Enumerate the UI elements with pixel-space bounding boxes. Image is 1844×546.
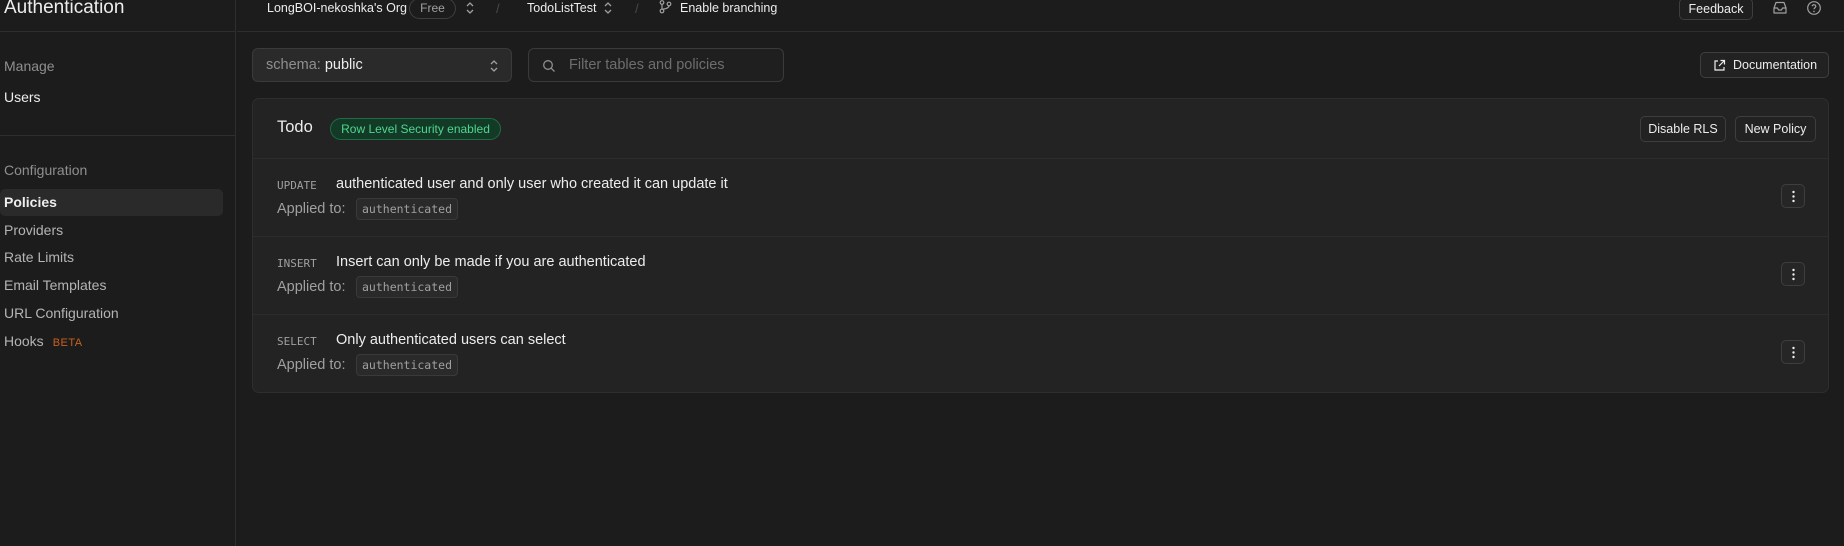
more-vertical-icon xyxy=(1792,268,1795,281)
filter-field[interactable] xyxy=(528,48,784,82)
policy-role-badge: authenticated xyxy=(356,276,459,298)
project-switcher-chevron-icon[interactable] xyxy=(603,1,613,15)
plan-badge: Free xyxy=(409,0,456,19)
policy-command: UPDATE xyxy=(277,179,317,192)
policy-row: INSERT Insert can only be made if you ar… xyxy=(253,237,1828,315)
help-icon[interactable] xyxy=(1806,0,1822,16)
breadcrumb-separator: / xyxy=(496,1,500,16)
sidebar-item-hooks-label: Hooks xyxy=(4,333,44,349)
search-icon xyxy=(543,60,555,72)
policy-row: UPDATE authenticated user and only user … xyxy=(253,159,1828,237)
schema-value: public xyxy=(324,57,363,73)
sidebar-divider xyxy=(0,135,236,136)
breadcrumb-separator: / xyxy=(635,1,639,16)
chevron-up-down-icon xyxy=(490,60,498,72)
documentation-button[interactable]: Documentation xyxy=(1700,52,1829,78)
section-label-configuration: Configuration xyxy=(4,162,88,178)
sidebar-item-url-configuration[interactable]: URL Configuration xyxy=(0,300,223,327)
policy-more-button[interactable] xyxy=(1781,184,1805,208)
schema-label: schema: xyxy=(266,57,321,73)
sidebar-item-hooks[interactable]: Hooks BETA xyxy=(0,328,223,355)
table-name: Todo xyxy=(277,118,313,136)
policy-row: SELECT Only authenticated users can sele… xyxy=(253,315,1828,393)
applied-to-label: Applied to: xyxy=(277,279,346,295)
new-policy-button[interactable]: New Policy xyxy=(1735,116,1816,142)
git-branch-icon xyxy=(659,0,672,14)
enable-branching-link[interactable]: Enable branching xyxy=(680,0,777,17)
org-name[interactable]: LongBOI-nekoshka's Org xyxy=(267,0,407,17)
policy-name: authenticated user and only user who cre… xyxy=(336,176,728,192)
more-vertical-icon xyxy=(1792,190,1795,203)
inbox-icon[interactable] xyxy=(1772,0,1788,16)
table-policy-card: Todo Row Level Security enabled Disable … xyxy=(252,98,1829,393)
feedback-button[interactable]: Feedback xyxy=(1679,0,1753,20)
external-link-icon xyxy=(1714,59,1726,71)
sidebar-item-users[interactable]: Users xyxy=(0,84,223,111)
org-switcher-chevron-icon[interactable] xyxy=(465,1,475,15)
sidebar-item-rate-limits[interactable]: Rate Limits xyxy=(0,244,223,271)
project-name[interactable]: TodoListTest xyxy=(527,0,596,17)
policy-name: Insert can only be made if you are authe… xyxy=(336,254,646,270)
policy-name: Only authenticated users can select xyxy=(336,332,566,348)
applied-to-label: Applied to: xyxy=(277,201,346,217)
more-vertical-icon xyxy=(1792,346,1795,359)
schema-select[interactable]: schema: public xyxy=(252,48,512,82)
sidebar-item-providers[interactable]: Providers xyxy=(0,217,223,244)
sidebar-item-email-templates[interactable]: Email Templates xyxy=(0,272,223,299)
policy-role-badge: authenticated xyxy=(356,354,459,376)
sidebar-header-divider xyxy=(0,31,236,32)
policy-more-button[interactable] xyxy=(1781,340,1805,364)
policy-command: SELECT xyxy=(277,335,317,348)
policy-command: INSERT xyxy=(277,257,317,270)
card-header: Todo Row Level Security enabled Disable … xyxy=(253,99,1828,159)
sidebar-title: Authentication xyxy=(4,0,125,18)
policy-more-button[interactable] xyxy=(1781,262,1805,286)
disable-rls-button[interactable]: Disable RLS xyxy=(1640,116,1726,142)
applied-to-label: Applied to: xyxy=(277,357,346,373)
beta-badge: BETA xyxy=(52,337,83,349)
rls-status-badge: Row Level Security enabled xyxy=(330,118,501,140)
documentation-label: Documentation xyxy=(1733,58,1818,72)
filter-input[interactable] xyxy=(569,49,779,81)
policy-role-badge: authenticated xyxy=(356,198,459,220)
top-bar: LongBOI-nekoshka's Org Free / TodoListTe… xyxy=(237,0,1844,32)
section-label-manage: Manage xyxy=(4,58,55,74)
sidebar-item-policies[interactable]: Policies xyxy=(0,189,223,216)
sidebar: Authentication Manage Users Configuratio… xyxy=(0,0,236,546)
